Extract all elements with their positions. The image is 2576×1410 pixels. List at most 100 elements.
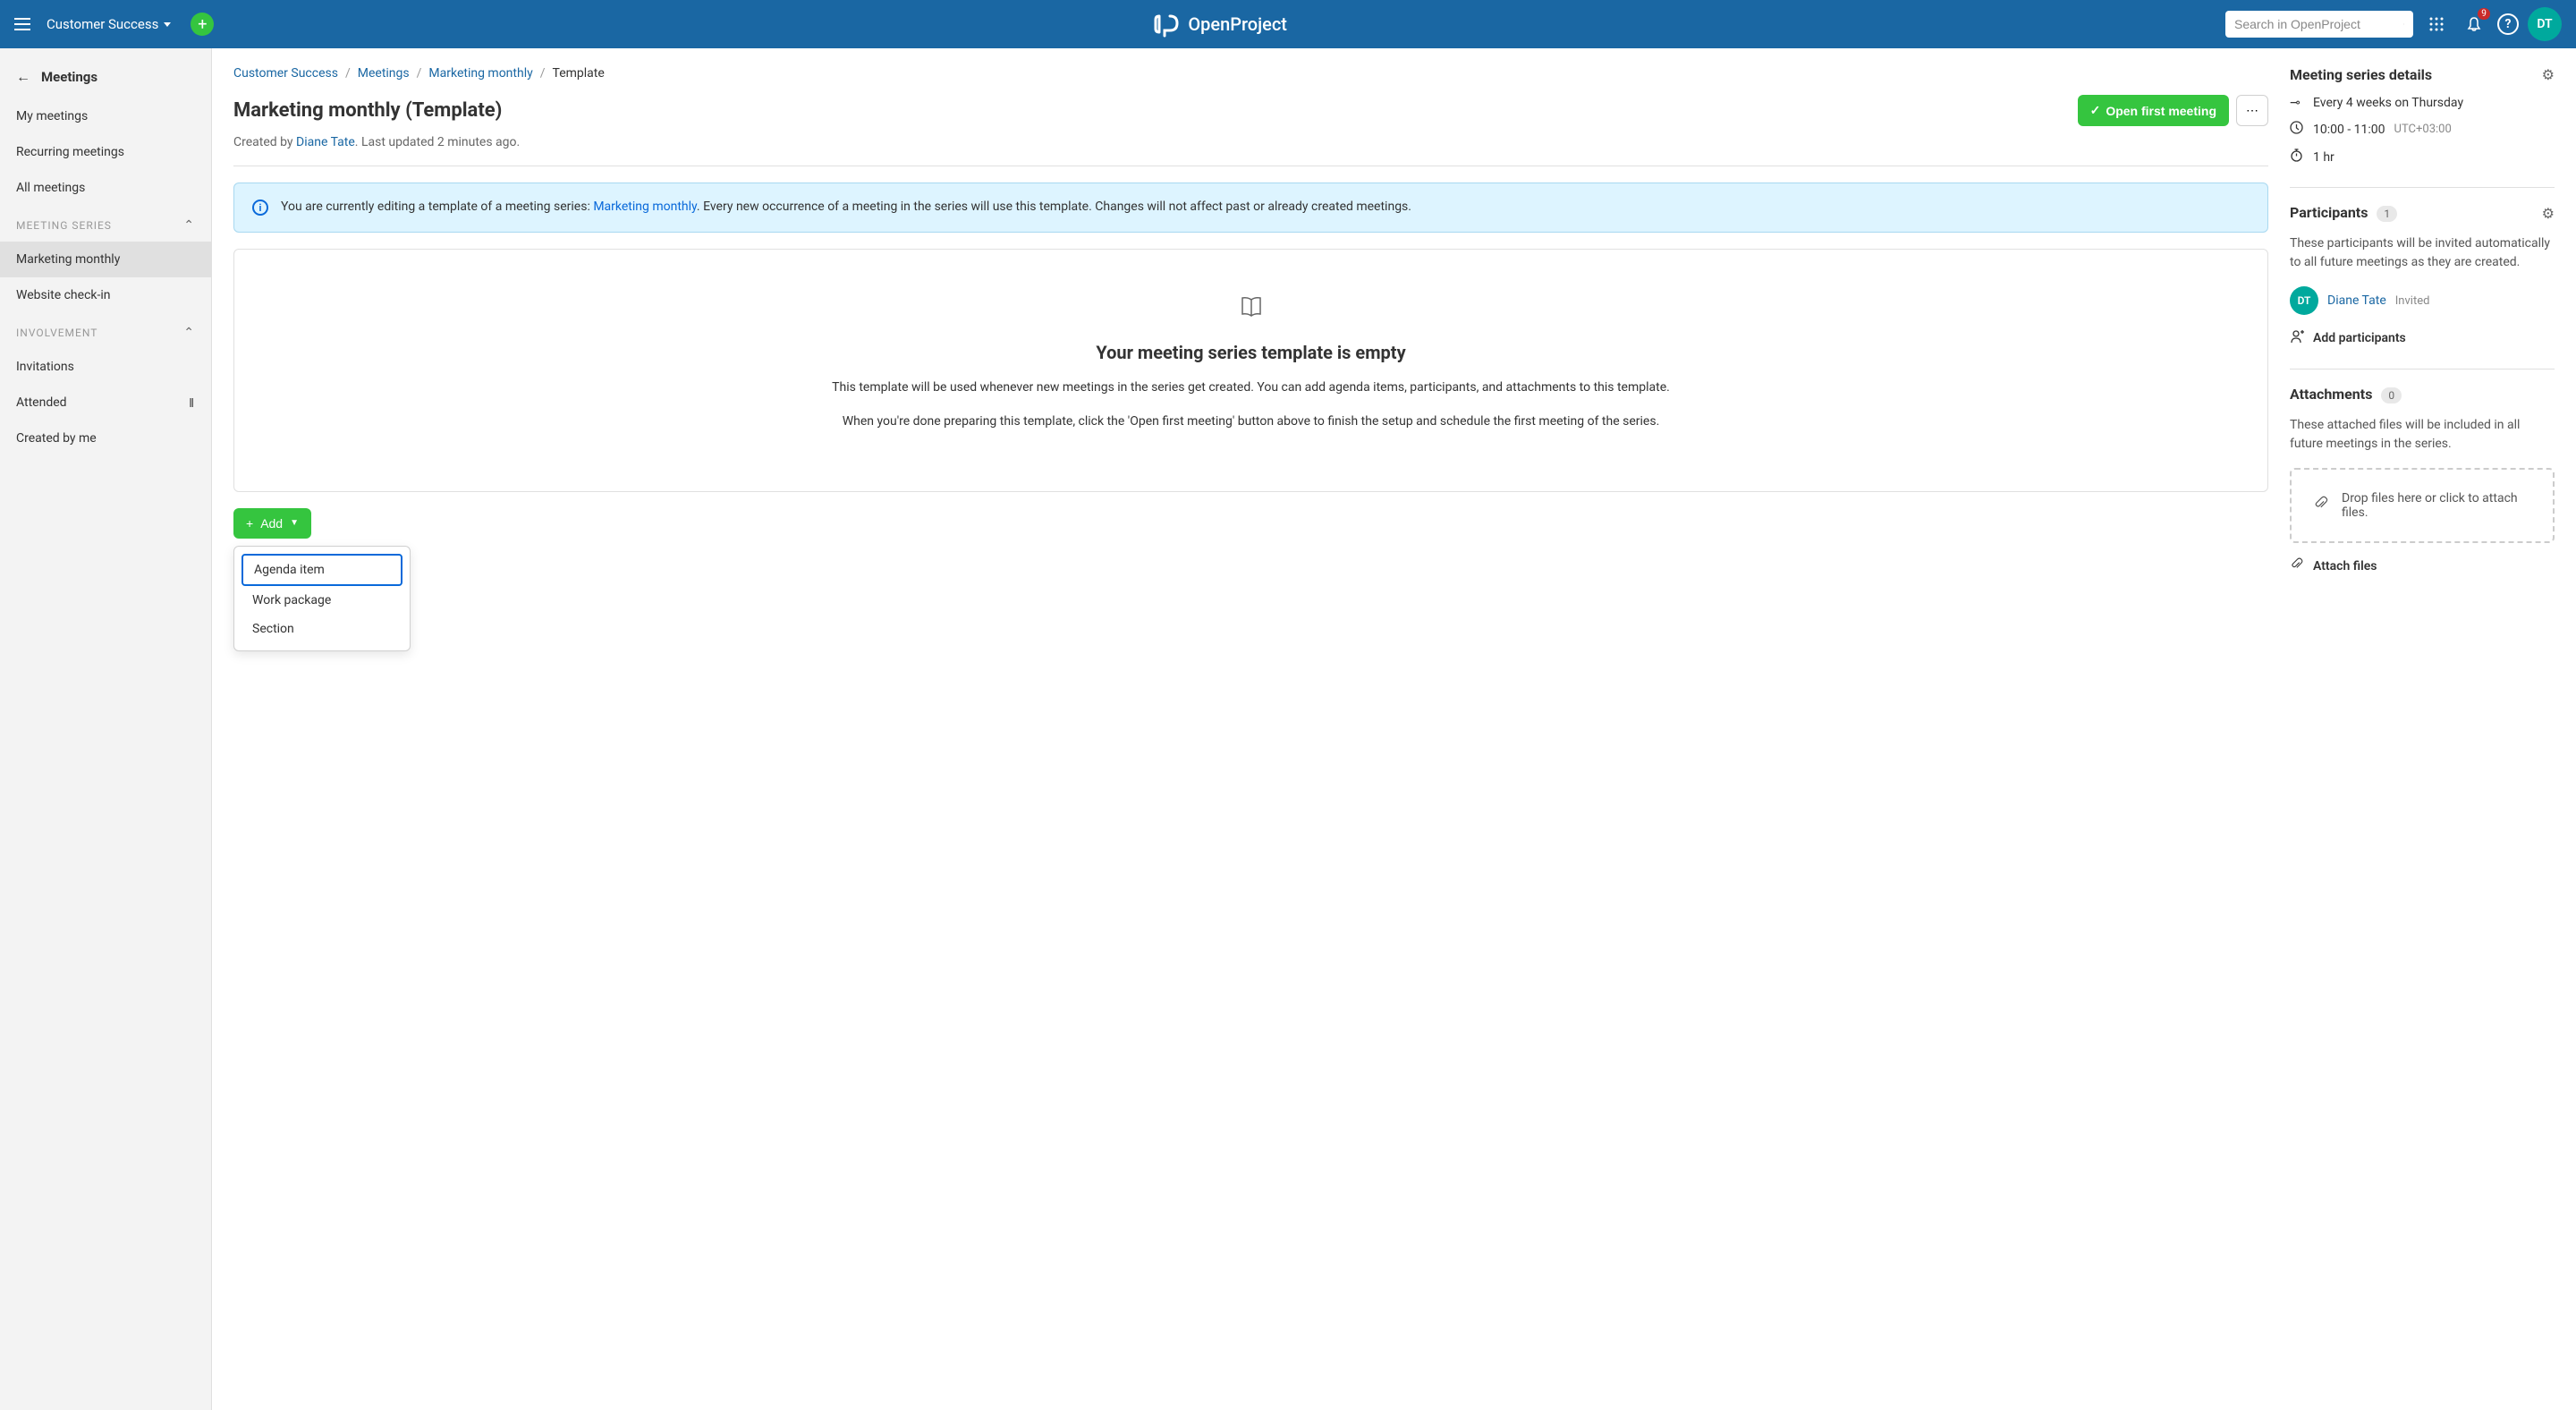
page-title: Marketing monthly (Template) [233,99,502,122]
dropdown-item-work-package[interactable]: Work package [242,586,402,615]
sidebar-item-recurring-meetings[interactable]: Recurring meetings [0,134,211,170]
header-right: 9 ? DT [2225,7,2562,41]
add-dropdown-menu: Agenda item Work package Section [233,546,411,651]
clock-icon [2290,121,2304,138]
chevron-up-icon: ⌃ [183,218,195,233]
breadcrumb-project[interactable]: Customer Success [233,66,338,81]
attachments-dropzone[interactable]: Drop files here or click to attach files… [2290,468,2555,543]
attachments-description: These attached files will be included in… [2290,416,2555,454]
dropdown-item-section[interactable]: Section [242,615,402,643]
header-left: Customer Success + [14,13,214,36]
participant-avatar: DT [2290,286,2318,315]
panel-header: Participants 1 ⚙ [2290,204,2555,222]
sidebar-item-all-meetings[interactable]: All meetings [0,170,211,206]
breadcrumb: Customer Success / Meetings / Marketing … [233,66,2268,81]
commit-icon: ⊸ [2290,96,2304,110]
participant-row: DT Diane Tate Invited [2290,286,2555,315]
meta-line: Created by Diane Tate. Last updated 2 mi… [233,135,2268,149]
divider [2290,187,2555,188]
author-link[interactable]: Diane Tate [296,135,355,149]
count-badge: 1 [2377,206,2397,222]
gear-icon[interactable]: ⚙ [2542,66,2555,83]
panel-header: Attachments 0 [2290,386,2555,403]
open-first-meeting-button[interactable]: ✓ Open first meeting [2078,95,2229,126]
breadcrumb-module[interactable]: Meetings [358,66,410,81]
search-input[interactable] [2234,17,2396,31]
gear-icon[interactable]: ⚙ [2542,205,2555,222]
breadcrumb-separator: / [417,66,422,81]
panel-attachments: Attachments 0 These attached files will … [2290,386,2555,575]
add-section: + Add ▼ Agenda item Work package Section [233,508,311,539]
details-time: 10:00 - 11:00 UTC+03:00 [2290,121,2555,138]
add-participants-button[interactable]: Add participants [2290,329,2555,347]
count-badge: 0 [2381,387,2402,403]
logo-text: OpenProject [1188,13,1287,35]
notification-badge: 9 [2478,8,2490,20]
quick-add-button[interactable]: + [191,13,214,36]
project-selector[interactable]: Customer Success [47,16,171,32]
info-banner: i You are currently editing a template o… [233,183,2268,233]
title-actions: ✓ Open first meeting ⋯ [2078,95,2268,126]
breadcrumb-separator: / [345,66,351,81]
search-icon [2403,17,2404,31]
panel-header: Meeting series details ⚙ [2290,66,2555,83]
checkmark-icon: ✓ [2090,103,2101,118]
main-container: ← Meetings My meetings Recurring meeting… [0,48,2576,1410]
search-box[interactable] [2225,11,2413,38]
sidebar-item-attended[interactable]: Attended ‖ [0,385,211,420]
empty-title: Your meeting series template is empty [270,342,2232,363]
sidebar-header: ← Meetings [0,55,211,98]
title-row: Marketing monthly (Template) ✓ Open firs… [233,95,2268,126]
content: Customer Success / Meetings / Marketing … [212,48,2576,1410]
notifications-icon[interactable]: 9 [2460,10,2488,38]
breadcrumb-separator: / [540,66,546,81]
section-label: INVOLVEMENT [16,327,97,339]
info-icon: i [252,200,268,216]
panel-title: Participants 1 [2290,204,2397,222]
breadcrumb-current: Template [553,66,605,81]
modules-icon[interactable] [2422,10,2451,38]
sidebar: ← Meetings My meetings Recurring meeting… [0,48,212,1410]
series-link[interactable]: Marketing monthly [593,200,697,214]
timezone-label: UTC+03:00 [2394,123,2452,136]
sidebar-title: Meetings [41,69,97,85]
top-header: Customer Success + OpenProject [0,0,2576,48]
panel-title: Attachments 0 [2290,386,2402,403]
sidebar-section-involvement[interactable]: INVOLVEMENT ⌃ [0,313,211,349]
back-arrow-icon[interactable]: ← [16,68,30,86]
dropdown-triangle-icon: ▼ [290,518,299,528]
sidebar-item-my-meetings[interactable]: My meetings [0,98,211,134]
sidebar-item-invitations[interactable]: Invitations [0,349,211,385]
sidebar-item-marketing-monthly[interactable]: Marketing monthly [0,242,211,277]
dropdown-item-agenda-item[interactable]: Agenda item [242,554,402,586]
content-aside: Meeting series details ⚙ ⊸ Every 4 weeks… [2290,48,2576,1410]
sidebar-item-website-checkin[interactable]: Website check-in [0,277,211,313]
participant-name-link[interactable]: Diane Tate [2327,293,2386,308]
pause-icon: ‖ [189,395,195,411]
section-label: MEETING SERIES [16,219,112,232]
participant-status: Invited [2395,294,2430,308]
content-main: Customer Success / Meetings / Marketing … [212,48,2290,1410]
header-center: OpenProject [214,11,2225,38]
breadcrumb-series[interactable]: Marketing monthly [428,66,532,81]
more-actions-button[interactable]: ⋯ [2236,95,2268,126]
menu-toggle-icon[interactable] [14,13,36,35]
empty-text-1: This template will be used whenever new … [270,378,2232,397]
stopwatch-icon [2290,149,2304,166]
user-avatar[interactable]: DT [2528,7,2562,41]
book-icon [270,294,2232,324]
add-button[interactable]: + Add ▼ [233,508,311,539]
app-logo[interactable]: OpenProject [1152,11,1287,38]
project-name: Customer Success [47,16,158,32]
participants-description: These participants will be invited autom… [2290,234,2555,272]
panel-series-details: Meeting series details ⚙ ⊸ Every 4 weeks… [2290,66,2555,166]
plus-icon: + [246,516,253,531]
sidebar-section-meeting-series[interactable]: MEETING SERIES ⌃ [0,206,211,242]
details-recurrence: ⊸ Every 4 weeks on Thursday [2290,96,2555,110]
person-plus-icon [2290,329,2304,347]
attach-files-button[interactable]: Attach files [2290,557,2555,575]
sidebar-item-created-by-me[interactable]: Created by me [0,420,211,456]
info-text: You are currently editing a template of … [281,200,1411,216]
help-icon[interactable]: ? [2497,13,2519,35]
panel-participants: Participants 1 ⚙ These participants will… [2290,204,2555,347]
